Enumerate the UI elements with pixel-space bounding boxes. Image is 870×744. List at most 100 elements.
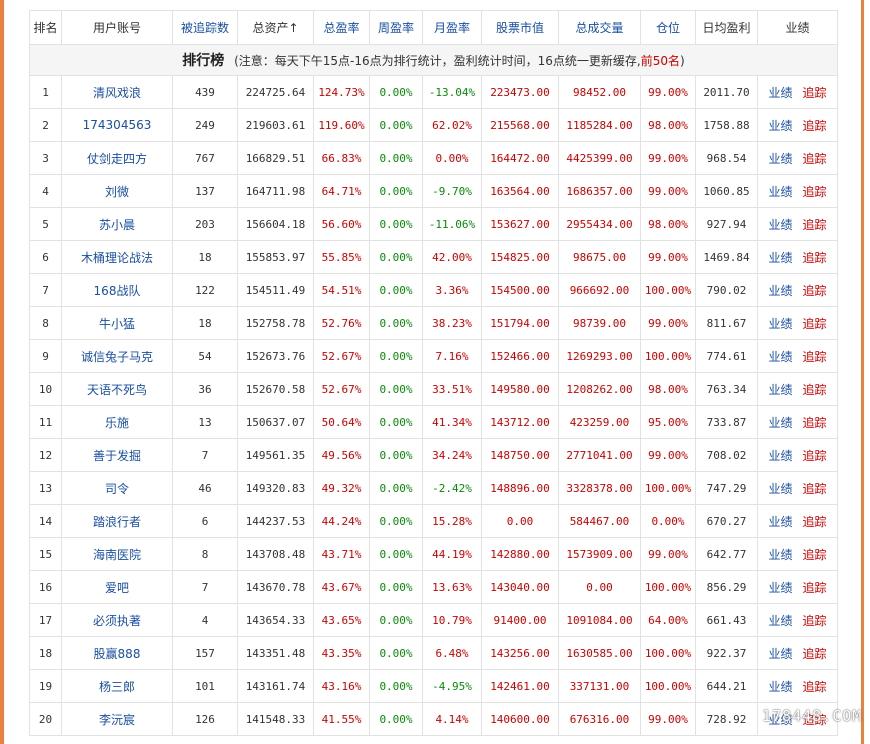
performance-link[interactable]: 业绩 xyxy=(768,383,792,397)
header-stock-value[interactable]: 股票市值 xyxy=(481,10,559,45)
header-total-assets[interactable]: 总资产↑ xyxy=(237,10,314,45)
track-link[interactable]: 追踪 xyxy=(803,614,827,628)
cell-stock-value: 143040.00 xyxy=(481,570,559,604)
user-account-link[interactable]: 木桶理论战法 xyxy=(81,251,153,265)
performance-link[interactable]: 业绩 xyxy=(768,515,792,529)
user-account-link[interactable]: 牛小猛 xyxy=(99,317,135,331)
cell-rank: 7 xyxy=(29,273,62,307)
track-link[interactable]: 追踪 xyxy=(803,86,827,100)
user-account-link[interactable]: 海南医院 xyxy=(93,548,141,562)
cell-daily-profit: 644.21 xyxy=(706,679,747,693)
cell-actions: 业绩 追踪 xyxy=(757,75,838,109)
performance-link[interactable]: 业绩 xyxy=(768,218,792,232)
cell-account: 仗剑走四方 xyxy=(61,141,173,175)
cell-daily-profit: 856.29 xyxy=(695,570,758,604)
cell-followers: 13 xyxy=(198,415,212,429)
header-position[interactable]: 仓位 xyxy=(640,10,696,45)
performance-link[interactable]: 业绩 xyxy=(768,350,792,364)
track-link[interactable]: 追踪 xyxy=(803,284,827,298)
user-account-link[interactable]: 刘微 xyxy=(105,185,129,199)
track-link[interactable]: 追踪 xyxy=(803,416,827,430)
track-link[interactable]: 追踪 xyxy=(803,548,827,562)
user-account-link[interactable]: 仗剑走四方 xyxy=(87,152,147,166)
track-link[interactable]: 追踪 xyxy=(803,317,827,331)
user-account-link[interactable]: 爱吧 xyxy=(105,581,129,595)
user-account-link[interactable]: 司令 xyxy=(105,482,129,496)
performance-link[interactable]: 业绩 xyxy=(768,680,792,694)
performance-link[interactable]: 业绩 xyxy=(768,482,792,496)
cell-account: 杨三郎 xyxy=(61,669,173,703)
track-link[interactable]: 追踪 xyxy=(803,680,827,694)
track-link[interactable]: 追踪 xyxy=(803,251,827,265)
user-account-link[interactable]: 苏小晨 xyxy=(99,218,135,232)
user-account-link[interactable]: 乐施 xyxy=(105,416,129,430)
performance-link[interactable]: 业绩 xyxy=(768,647,792,661)
performance-link[interactable]: 业绩 xyxy=(768,119,792,133)
cell-daily-profit: 2011.70 xyxy=(703,85,750,99)
track-link[interactable]: 追踪 xyxy=(803,383,827,397)
track-link[interactable]: 追踪 xyxy=(803,647,827,661)
cell-volume: 337131.00 xyxy=(569,679,630,693)
user-account-link[interactable]: 善于发掘 xyxy=(93,449,141,463)
user-account-link[interactable]: 股赢888 xyxy=(94,647,141,661)
performance-link[interactable]: 业绩 xyxy=(768,449,792,463)
cell-position: 98.00% xyxy=(640,108,696,142)
cell-week-return: 0.00% xyxy=(379,118,413,132)
performance-link[interactable]: 业绩 xyxy=(768,614,792,628)
performance-link[interactable]: 业绩 xyxy=(768,581,792,595)
header-month-return[interactable]: 月盈率 xyxy=(422,10,482,45)
cell-daily-profit: 968.54 xyxy=(695,141,758,175)
performance-link[interactable]: 业绩 xyxy=(768,416,792,430)
track-link[interactable]: 追踪 xyxy=(803,482,827,496)
cell-volume: 423259.00 xyxy=(569,415,630,429)
header-rank: 排名 xyxy=(29,10,62,45)
track-link[interactable]: 追踪 xyxy=(803,185,827,199)
cell-followers: 54 xyxy=(198,349,212,363)
performance-link[interactable]: 业绩 xyxy=(768,317,792,331)
user-account-link[interactable]: 168战队 xyxy=(94,284,141,298)
cell-daily-profit: 728.92 xyxy=(706,712,747,726)
header-followers[interactable]: 被追踪数 xyxy=(172,10,238,45)
performance-link[interactable]: 业绩 xyxy=(768,185,792,199)
track-link[interactable]: 追踪 xyxy=(803,581,827,595)
cell-total-return: 52.76% xyxy=(321,316,362,330)
cell-week-return: 0.00% xyxy=(369,537,423,571)
cell-total-return: 66.83% xyxy=(321,151,362,165)
cell-month-return: 34.24% xyxy=(432,448,472,462)
user-account-link[interactable]: 清风戏浪 xyxy=(93,86,141,100)
performance-link[interactable]: 业绩 xyxy=(768,548,792,562)
performance-link[interactable]: 业绩 xyxy=(768,251,792,265)
cell-daily-profit: 733.87 xyxy=(706,415,747,429)
cell-volume: 98452.00 xyxy=(558,75,641,109)
user-account-link[interactable]: 天语不死鸟 xyxy=(87,383,147,397)
header-week-return[interactable]: 周盈率 xyxy=(369,10,423,45)
track-link[interactable]: 追踪 xyxy=(803,449,827,463)
cell-month-return: 62.02% xyxy=(422,108,482,142)
track-link[interactable]: 追踪 xyxy=(803,152,827,166)
header-total-return[interactable]: 总盈率 xyxy=(313,10,370,45)
user-account-link[interactable]: 杨三郎 xyxy=(99,680,135,694)
cell-followers: 46 xyxy=(172,471,238,505)
track-link[interactable]: 追踪 xyxy=(803,350,827,364)
table-row: 9 诚信兔子马克 54 152673.76 52.67% 0.00% 7.16% 152466… xyxy=(29,339,838,373)
user-account-link[interactable]: 174304563 xyxy=(83,118,152,132)
performance-link[interactable]: 业绩 xyxy=(768,86,792,100)
user-account-link[interactable]: 诚信兔子马克 xyxy=(81,350,153,364)
cell-position: 99.00% xyxy=(648,250,688,264)
cell-daily-profit: 1758.88 xyxy=(695,108,758,142)
cell-account: 必须执著 xyxy=(61,603,173,637)
performance-link[interactable]: 业绩 xyxy=(768,284,792,298)
performance-link[interactable]: 业绩 xyxy=(768,152,792,166)
cell-total-assets: 143670.78 xyxy=(237,570,314,604)
cell-total-return: 52.67% xyxy=(313,339,370,373)
cell-position: 64.00% xyxy=(648,613,688,627)
cell-stock-value: 143040.00 xyxy=(490,580,550,594)
track-link[interactable]: 追踪 xyxy=(803,119,827,133)
cell-position: 99.00% xyxy=(648,184,688,198)
user-account-link[interactable]: 必须执著 xyxy=(93,614,141,628)
track-link[interactable]: 追踪 xyxy=(803,515,827,529)
header-volume[interactable]: 总成交量 xyxy=(558,10,641,45)
user-account-link[interactable]: 李沅宸 xyxy=(99,713,135,727)
user-account-link[interactable]: 踏浪行者 xyxy=(93,515,141,529)
track-link[interactable]: 追踪 xyxy=(803,218,827,232)
